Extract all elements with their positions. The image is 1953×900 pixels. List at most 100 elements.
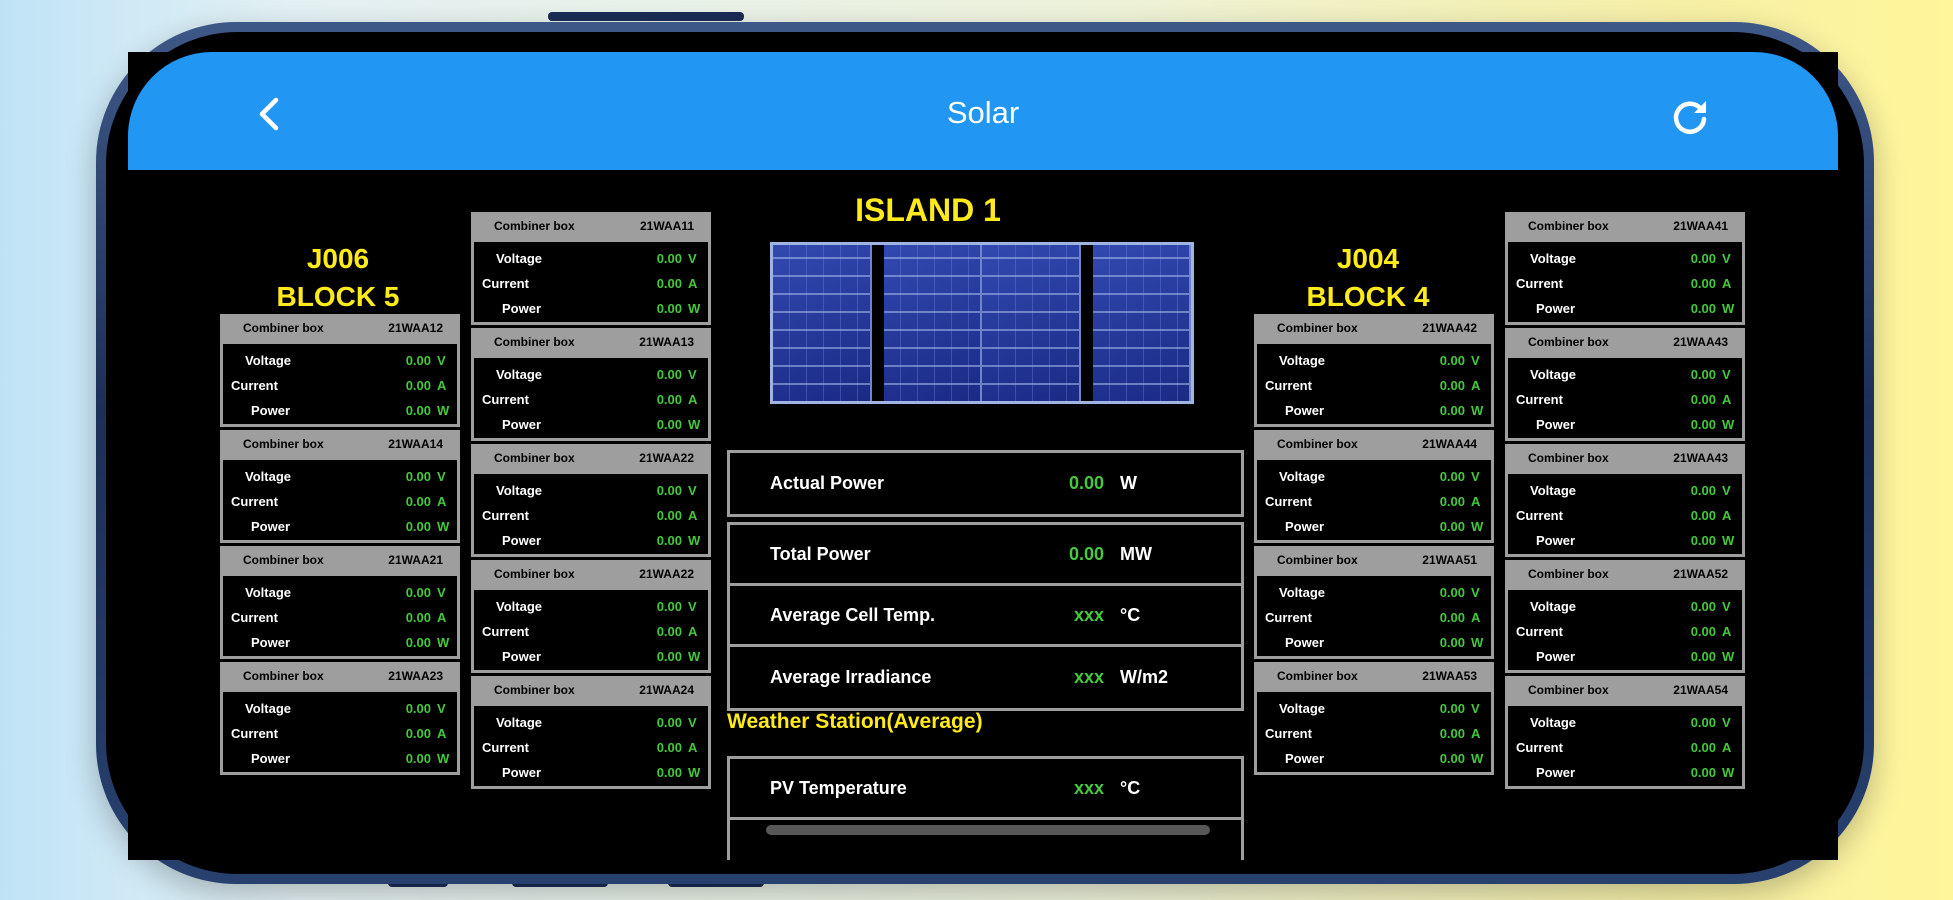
voltage-value: 0.00	[1439, 469, 1465, 484]
current-row: Current 0.00 A	[478, 503, 704, 528]
power-unit: W	[1471, 403, 1484, 418]
current-row: Current 0.00 A	[1261, 489, 1487, 514]
combiner-box-id: 21WAA24	[639, 682, 694, 697]
pv-temperature-unit: °C	[1120, 777, 1141, 798]
voltage-label: Voltage	[496, 367, 542, 382]
voltage-label: Voltage	[1279, 585, 1325, 600]
combiner-box-header: Combiner box 21WAA23	[223, 665, 457, 689]
combiner-box-label: Combiner box	[1528, 450, 1609, 465]
combiner-box-header: Combiner box 21WAA52	[1508, 563, 1742, 587]
current-label: Current	[482, 392, 529, 407]
voltage-row: Voltage 0.00 V	[227, 580, 453, 605]
app-bar: Solar	[128, 52, 1838, 170]
total-power-row: Total Power 0.00 MW	[730, 525, 1241, 586]
combiner-box-card: Combiner box 21WAA41 Voltage 0.00 V Current 0.…	[1505, 212, 1745, 325]
combiner-box-card: Combiner box 21WAA52 Voltage 0.00 V Current 0.…	[1505, 560, 1745, 673]
voltage-value: 0.00	[405, 585, 431, 600]
combiner-box-body: Voltage 0.00 V Current 0.00 A Power 0.00 W	[1257, 457, 1491, 540]
power-unit: W	[1722, 765, 1735, 780]
actual-power-label: Actual Power	[770, 473, 885, 493]
power-label: Power	[251, 519, 291, 534]
current-label: Current	[482, 276, 529, 291]
current-label: Current	[1265, 726, 1312, 741]
power-label: Power	[251, 751, 291, 766]
voltage-label: Voltage	[1279, 469, 1325, 484]
voltage-row: Voltage 0.00 V	[1512, 246, 1738, 271]
combiner-box-card: Combiner box 21WAA14 Voltage 0.00 V Current 0.…	[220, 430, 460, 543]
combiner-box-card: Combiner box 21WAA22 Voltage 0.00 V Current 0.…	[471, 444, 711, 557]
combiner-box-card: Combiner box 21WAA24 Voltage 0.00 V Current 0.…	[471, 676, 711, 789]
voltage-value: 0.00	[405, 701, 431, 716]
current-row: Current 0.00 A	[478, 619, 704, 644]
left-block-code: J006	[306, 243, 370, 274]
power-unit: W	[688, 301, 701, 316]
combiner-box-body: Voltage 0.00 V Current 0.00 A Power 0.00 W	[1508, 239, 1742, 322]
home-indicator[interactable]	[766, 825, 1210, 835]
combiner-box-label: Combiner box	[243, 668, 324, 683]
current-label: Current	[1516, 392, 1563, 407]
combiner-box-id: 21WAA21	[388, 552, 443, 567]
voltage-label: Voltage	[1530, 251, 1576, 266]
voltage-value: 0.00	[1439, 701, 1465, 716]
current-label: Current	[231, 610, 278, 625]
combiner-box-header: Combiner box 21WAA51	[1257, 549, 1491, 573]
voltage-row: Voltage 0.00 V	[478, 478, 704, 503]
current-value: 0.00	[1439, 726, 1465, 741]
voltage-label: Voltage	[496, 715, 542, 730]
current-row: Current 0.00 A	[1512, 387, 1738, 412]
combiner-box-label: Combiner box	[1277, 436, 1358, 451]
pv-temperature-value: xxx	[1073, 777, 1104, 798]
power-row: Power 0.00 W	[478, 760, 704, 785]
current-value: 0.00	[656, 624, 682, 639]
current-unit: A	[688, 508, 698, 523]
avg-cell-temp-label: Average Cell Temp.	[770, 604, 936, 625]
voltage-label: Voltage	[1279, 353, 1325, 368]
current-unit: A	[1722, 392, 1732, 407]
current-value: 0.00	[656, 392, 682, 407]
current-row: Current 0.00 A	[1512, 271, 1738, 296]
power-value: 0.00	[656, 765, 682, 780]
island-metrics-box: Total Power 0.00 MW Average Cell Temp. x…	[727, 522, 1244, 711]
combiner-box-label: Combiner box	[494, 450, 575, 465]
power-unit: W	[437, 403, 450, 418]
combiner-box-id: 21WAA23	[388, 668, 443, 683]
power-label: Power	[1536, 533, 1576, 548]
combiner-box-body: Voltage 0.00 V Current 0.00 A Power 0.00 W	[1257, 341, 1491, 424]
current-value: 0.00	[1690, 276, 1716, 291]
voltage-unit: V	[1722, 251, 1731, 266]
power-label: Power	[1285, 519, 1325, 534]
combiner-box-card: Combiner box 21WAA23 Voltage 0.00 V Current 0.…	[220, 662, 460, 775]
solar-panel-image	[770, 242, 1194, 404]
voltage-unit: V	[437, 585, 446, 600]
actual-power-box: Actual Power 0.00 W	[727, 450, 1244, 517]
combiner-box-header: Combiner box 21WAA21	[223, 549, 457, 573]
current-unit: A	[688, 276, 698, 291]
voltage-unit: V	[1471, 469, 1480, 484]
current-value: 0.00	[1690, 624, 1716, 639]
phone-top-button	[548, 12, 744, 21]
combiner-box-header: Combiner box 21WAA12	[223, 317, 457, 341]
combiner-box-header: Combiner box 21WAA53	[1257, 665, 1491, 689]
voltage-row: Voltage 0.00 V	[227, 464, 453, 489]
current-value: 0.00	[405, 610, 431, 625]
current-row: Current 0.00 A	[1261, 721, 1487, 746]
power-value: 0.00	[405, 751, 431, 766]
combiner-box-id: 21WAA22	[639, 450, 694, 465]
combiner-box-id: 21WAA43	[1673, 450, 1728, 465]
pv-temperature-label: PV Temperature	[770, 777, 907, 798]
voltage-label: Voltage	[1530, 483, 1576, 498]
current-unit: A	[437, 610, 447, 625]
combiner-box-id: 21WAA22	[639, 566, 694, 581]
voltage-label: Voltage	[245, 353, 291, 368]
combiner-box-header: Combiner box 21WAA41	[1508, 215, 1742, 239]
current-unit: A	[437, 726, 447, 741]
combiner-box-label: Combiner box	[1528, 334, 1609, 349]
power-row: Power 0.00 W	[1512, 296, 1738, 321]
power-value: 0.00	[1690, 649, 1716, 664]
power-unit: W	[688, 533, 701, 548]
power-unit: W	[1471, 519, 1484, 534]
power-unit: W	[1722, 533, 1735, 548]
refresh-button[interactable]	[1666, 92, 1714, 140]
current-unit: A	[1722, 508, 1732, 523]
voltage-row: Voltage 0.00 V	[1261, 464, 1487, 489]
